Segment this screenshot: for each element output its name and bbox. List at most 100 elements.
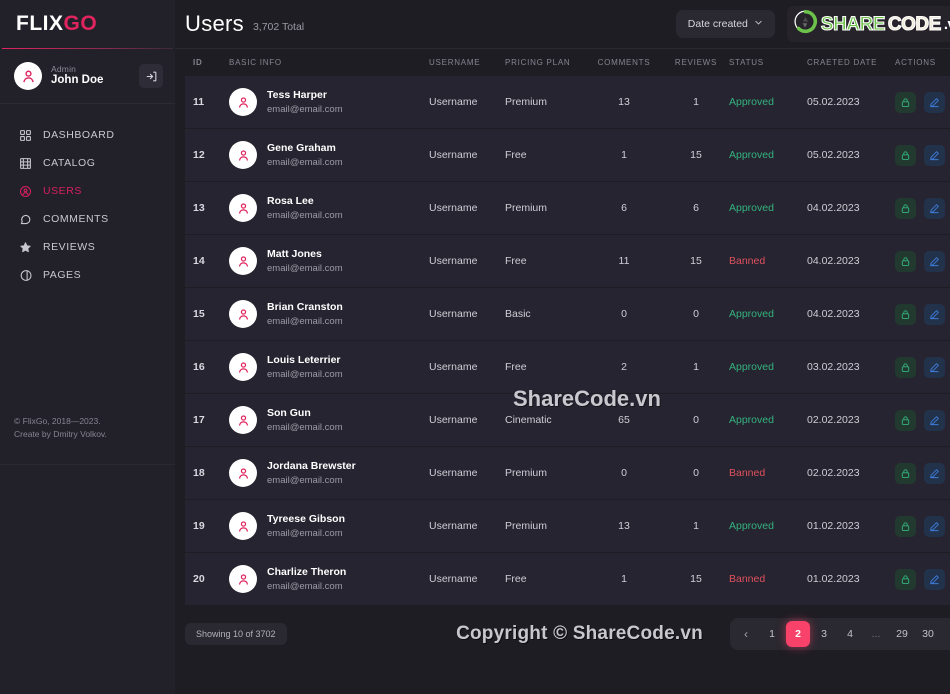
lock-icon[interactable] [895, 91, 916, 113]
cell-comments: 2 [621, 361, 627, 373]
table-row[interactable]: 20 Charlize Theron email@email.com Username… [185, 553, 950, 606]
sidebar-item-pages[interactable]: PAGES [0, 261, 175, 289]
lock-icon[interactable] [895, 515, 916, 537]
copyright-line-2: Create by Dmitry Volkov. [14, 429, 107, 440]
cell-comments: 65 [618, 414, 630, 426]
table-row[interactable]: 17 Son Gun email@email.com Username Cinemati… [185, 394, 950, 447]
sidebar-nav: DASHBOARD CATALOG USERS COMMENTS REVIEWS… [0, 104, 175, 289]
copyright-line-1: © FlixGo, 2018—2023. [14, 416, 101, 426]
user-role: Admin [51, 63, 77, 74]
column-header-basicinfo: BASIC INFO [229, 58, 282, 67]
cell-created-date: 05.02.2023 [807, 96, 860, 108]
cell-comments: 6 [621, 202, 627, 214]
table-row[interactable]: 19 Tyreese Gibson email@email.com Username P… [185, 500, 950, 553]
cell-username: Username [429, 573, 478, 585]
user-email: email@email.com [267, 209, 343, 221]
pagination-page[interactable]: 1 [760, 621, 784, 647]
table-row[interactable]: 18 Jordana Brewster email@email.com Usernam… [185, 447, 950, 500]
star-icon [18, 240, 32, 254]
user-email: email@email.com [267, 315, 343, 327]
logo-text-flix: FLIX [16, 12, 64, 35]
edit-icon[interactable] [924, 568, 945, 590]
sidebar-item-comments[interactable]: COMMENTS [0, 205, 175, 233]
pagination-next-icon[interactable]: › [942, 621, 950, 647]
cell-username: Username [429, 467, 478, 479]
edit-icon[interactable] [924, 197, 945, 219]
pagination-page[interactable]: 4 [838, 621, 862, 647]
table-row[interactable]: 16 Louis Leterrier email@email.com Username… [185, 341, 950, 394]
page-title: Users [185, 11, 244, 36]
table-row[interactable]: 13 Rosa Lee email@email.com Username Premium… [185, 182, 950, 235]
cell-actions [893, 144, 950, 166]
cell-created-date: 01.02.2023 [807, 573, 860, 585]
app-logo[interactable]: FLIXGO [0, 0, 175, 48]
edit-icon[interactable] [924, 303, 945, 325]
avatar [229, 247, 257, 275]
edit-icon[interactable] [924, 91, 945, 113]
user-email: email@email.com [267, 474, 343, 486]
sidebar-item-dashboard[interactable]: DASHBOARD [0, 121, 175, 149]
date-created-dropdown[interactable]: Date created [675, 10, 775, 38]
lock-icon[interactable] [895, 409, 916, 431]
table-row[interactable]: 14 Matt Jones email@email.com Username Free 1… [185, 235, 950, 288]
pagination-page[interactable]: 29 [890, 621, 914, 647]
sidebar-item-users[interactable]: USERS [0, 177, 175, 205]
lock-icon[interactable] [895, 250, 916, 272]
sidebar-item-reviews[interactable]: REVIEWS [0, 233, 175, 261]
cell-basic-info: Tyreese Gibson email@email.com [229, 512, 429, 540]
users-table-body: 11 Tess Harper email@email.com Username Prem… [175, 76, 950, 606]
lock-icon[interactable] [895, 568, 916, 590]
avatar [229, 459, 257, 487]
table-row[interactable]: 11 Tess Harper email@email.com Username Prem… [185, 76, 950, 129]
user-name: Jordana Brewster [267, 460, 356, 472]
table-footer: Showing 10 of 3702 Copyright © ShareCode… [175, 606, 950, 662]
status-badge: Approved [729, 520, 774, 532]
cell-pricing-plan: Free [505, 149, 527, 161]
edit-icon[interactable] [924, 144, 945, 166]
edit-icon[interactable] [924, 462, 945, 484]
avatar [14, 62, 42, 90]
user-profile[interactable]: Admin John Doe [0, 49, 175, 104]
pagination-page[interactable]: 2 [786, 621, 810, 647]
column-header-username: USERNAME [429, 58, 481, 67]
pagination-page[interactable]: 3 [812, 621, 836, 647]
cell-actions [893, 250, 950, 272]
edit-icon[interactable] [924, 409, 945, 431]
table-row[interactable]: 12 Gene Graham email@email.com Username Free… [185, 129, 950, 182]
logout-icon [146, 71, 156, 81]
table-row[interactable]: 15 Brian Cranston email@email.com Username B… [185, 288, 950, 341]
cell-reviews: 15 [690, 573, 702, 585]
cell-created-date: 02.02.2023 [807, 467, 860, 479]
column-header-status: STATUS [729, 58, 764, 67]
cell-comments: 11 [618, 255, 630, 267]
user-name: Louis Leterrier [267, 354, 341, 366]
user-name: Matt Jones [267, 248, 322, 260]
sidebar-item-label: COMMENTS [43, 213, 109, 225]
pagination-prev-icon[interactable]: ‹ [734, 621, 758, 647]
user-email: email@email.com [267, 580, 343, 592]
cell-actions [893, 197, 950, 219]
lock-icon[interactable] [895, 356, 916, 378]
recycle-glyph [794, 9, 817, 34]
lock-icon[interactable] [895, 303, 916, 325]
cell-actions [893, 462, 950, 484]
avatar [229, 512, 257, 540]
status-badge: Approved [729, 96, 774, 108]
edit-icon[interactable] [924, 356, 945, 378]
cell-comments: 0 [621, 308, 627, 320]
user-name: Tess Harper [267, 89, 327, 101]
lock-icon[interactable] [895, 197, 916, 219]
logout-button[interactable] [139, 64, 163, 88]
sidebar-item-catalog[interactable]: CATALOG [0, 149, 175, 177]
user-circle-icon [18, 184, 32, 198]
lock-icon[interactable] [895, 462, 916, 484]
cell-username: Username [429, 96, 478, 108]
user-email: email@email.com [267, 156, 343, 168]
edit-icon[interactable] [924, 250, 945, 272]
cell-basic-info: Son Gun email@email.com [229, 406, 429, 434]
pagination-page[interactable]: 30 [916, 621, 940, 647]
cell-pricing-plan: Free [505, 573, 527, 585]
cell-reviews: 15 [690, 149, 702, 161]
lock-icon[interactable] [895, 144, 916, 166]
edit-icon[interactable] [924, 515, 945, 537]
